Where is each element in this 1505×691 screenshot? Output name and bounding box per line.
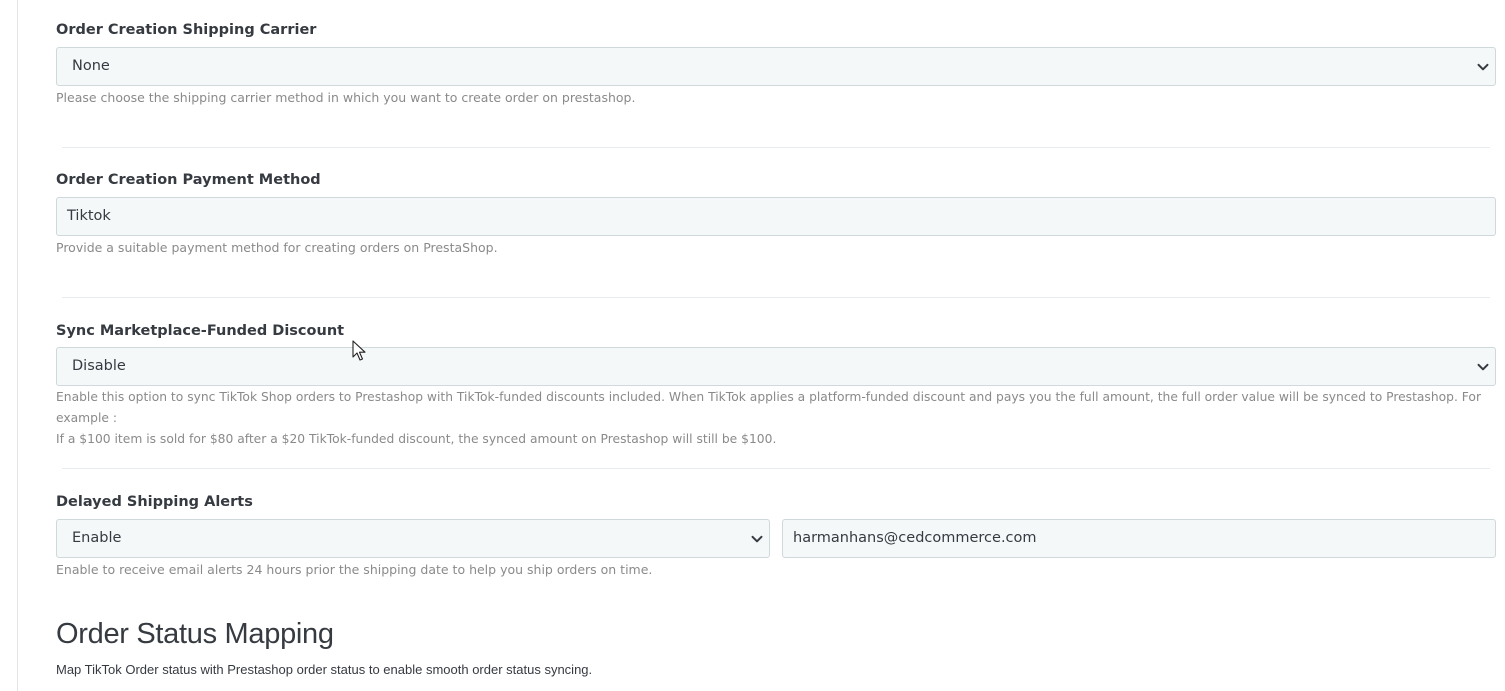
- left-border: [17, 0, 18, 691]
- divider: [62, 468, 1490, 469]
- payment-method-label: Order Creation Payment Method: [56, 172, 321, 188]
- marketplace-discount-group: Sync Marketplace-Funded Discount Disable…: [56, 322, 1496, 450]
- payment-method-input[interactable]: Tiktok: [56, 197, 1496, 236]
- delayed-shipping-select[interactable]: Enable: [56, 519, 770, 558]
- shipping-carrier-group: Order Creation Shipping Carrier None Ple…: [56, 21, 1496, 108]
- chevron-down-icon: [751, 535, 763, 543]
- mouse-pointer-icon: [352, 340, 366, 361]
- marketplace-discount-selected-value: Disable: [72, 358, 126, 374]
- order-status-mapping-description: Map TikTok Order status with Prestashop …: [56, 662, 593, 677]
- alert-email-input[interactable]: harmanhans@cedcommerce.com: [782, 519, 1496, 558]
- payment-method-value: Tiktok: [67, 208, 111, 224]
- divider: [62, 297, 1490, 298]
- divider: [62, 147, 1490, 148]
- marketplace-discount-help-line1: Enable this option to sync TikTok Shop o…: [56, 390, 1481, 425]
- order-status-mapping-title: Order Status Mapping: [56, 618, 334, 650]
- shipping-carrier-label: Order Creation Shipping Carrier: [56, 22, 317, 38]
- chevron-down-icon: [1477, 363, 1489, 371]
- shipping-carrier-selected-value: None: [72, 58, 110, 74]
- marketplace-discount-help-line2: If a $100 item is sold for $80 after a $…: [56, 432, 777, 446]
- delayed-shipping-group: Delayed Shipping Alerts Enable harmanhan…: [56, 493, 1496, 580]
- marketplace-discount-select[interactable]: Disable: [56, 347, 1496, 386]
- payment-method-help: Provide a suitable payment method for cr…: [56, 240, 498, 255]
- delayed-shipping-controls: Enable harmanhans@cedcommerce.com: [56, 519, 1496, 558]
- delayed-shipping-selected-value: Enable: [72, 530, 122, 546]
- delayed-shipping-help: Enable to receive email alerts 24 hours …: [56, 562, 653, 577]
- delayed-shipping-label: Delayed Shipping Alerts: [56, 494, 253, 510]
- shipping-carrier-help: Please choose the shipping carrier metho…: [56, 90, 636, 105]
- marketplace-discount-label: Sync Marketplace-Funded Discount: [56, 323, 345, 339]
- payment-method-group: Order Creation Payment Method Tiktok Pro…: [56, 171, 1496, 258]
- chevron-down-icon: [1477, 63, 1489, 71]
- alert-email-value: harmanhans@cedcommerce.com: [793, 530, 1037, 546]
- shipping-carrier-select[interactable]: None: [56, 47, 1496, 86]
- settings-page: Order Creation Shipping Carrier None Ple…: [0, 0, 1505, 691]
